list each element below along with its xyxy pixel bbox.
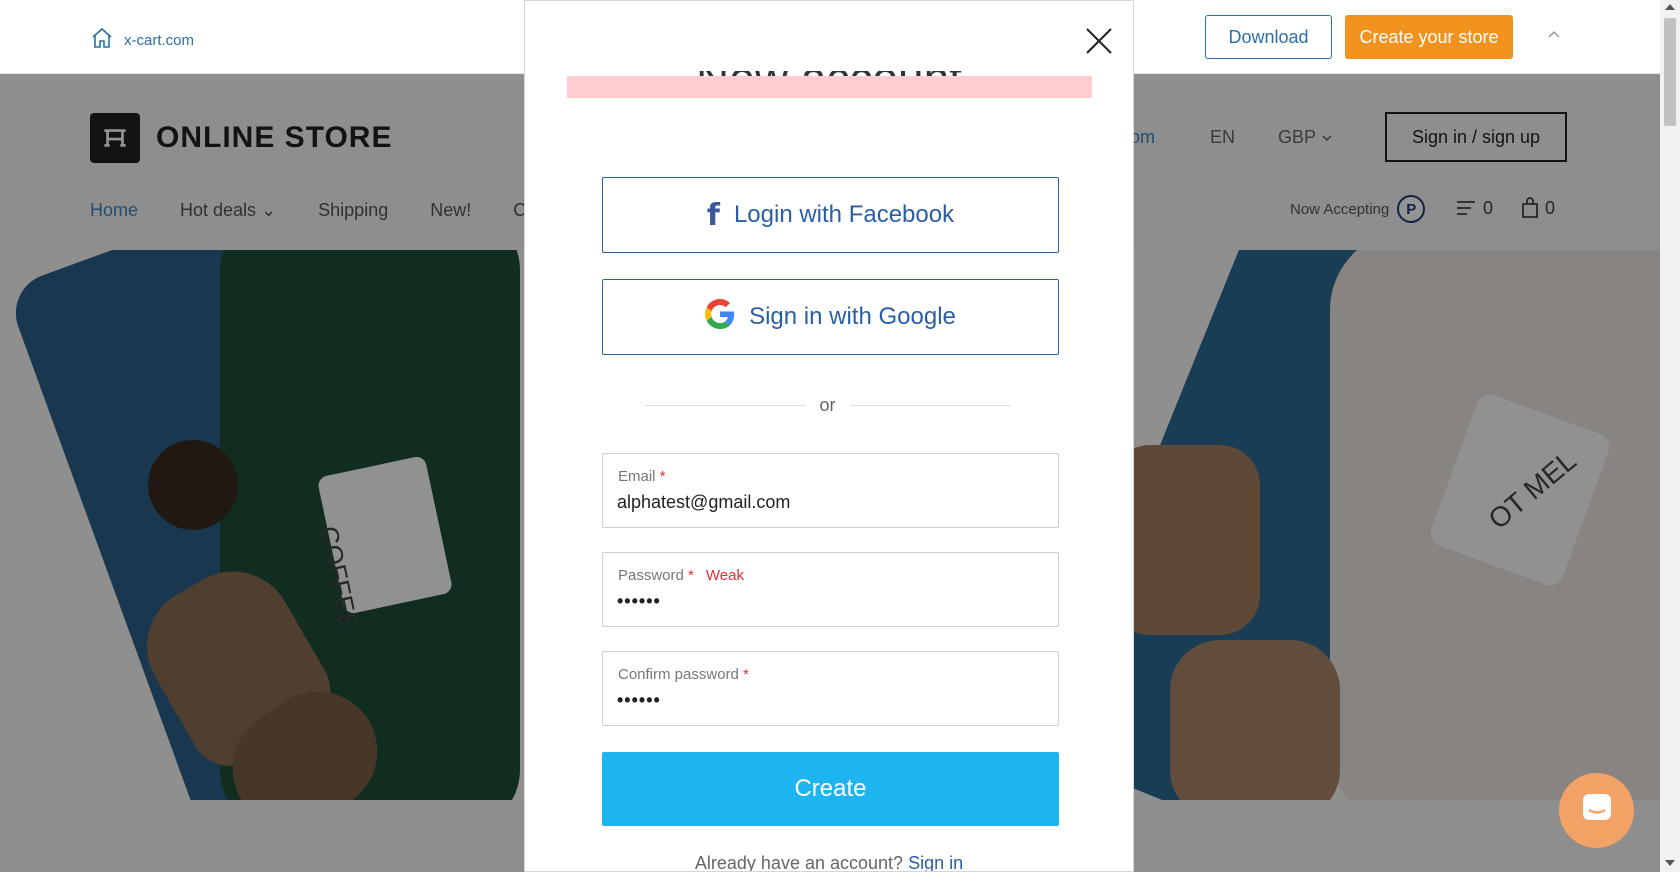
or-divider: or [645, 393, 1011, 417]
confirm-password-label: Confirm password * [618, 666, 749, 683]
email-value: alphatest@gmail.com [617, 492, 791, 512]
divider-text: or [819, 394, 836, 415]
scroll-up-arrow-icon[interactable] [1665, 4, 1675, 10]
home-link[interactable]: x-cart.com [90, 26, 194, 54]
divider-line [645, 404, 806, 406]
create-button[interactable]: Create [602, 752, 1059, 826]
page-scrollbar[interactable] [1660, 0, 1680, 872]
confirm-password-field[interactable]: Confirm password * •••••• [602, 651, 1059, 726]
home-icon [90, 26, 114, 54]
google-signin-label: Sign in with Google [749, 303, 956, 330]
scrollbar-thumb[interactable] [1664, 18, 1676, 126]
required-mark: * [659, 468, 666, 485]
already-have-account: Already have an account? Sign in [525, 853, 1133, 872]
google-icon [705, 298, 735, 336]
home-link-label: x-cart.com [124, 31, 195, 49]
divider-line [849, 404, 1011, 406]
error-alert-bar [567, 76, 1092, 98]
required-mark: * [743, 666, 749, 683]
password-label-text: Password [618, 567, 684, 584]
create-your-store-button[interactable]: Create your store [1345, 15, 1513, 59]
email-field[interactable]: Email * alphatest@gmail.com [602, 453, 1059, 528]
confirm-password-value: •••••• [617, 690, 661, 710]
signin-link[interactable]: Sign in [908, 853, 963, 871]
password-field[interactable]: Password * Weak •••••• [602, 552, 1059, 627]
required-mark: * [688, 567, 694, 584]
password-value: •••••• [617, 591, 661, 611]
chevron-up-icon[interactable] [1547, 28, 1561, 42]
new-account-modal: New account f Login with Facebook Sign i… [524, 0, 1134, 872]
confirm-password-label-text: Confirm password [618, 666, 739, 683]
facebook-login-label: Login with Facebook [733, 201, 955, 228]
scroll-down-arrow-icon[interactable] [1665, 860, 1675, 866]
email-label: Email * [618, 468, 666, 485]
password-strength: Weak [705, 567, 744, 584]
chat-icon [1579, 790, 1615, 831]
email-label-text: Email [618, 468, 656, 485]
facebook-login-button[interactable]: f Login with Facebook [602, 177, 1059, 253]
download-button[interactable]: Download [1205, 15, 1332, 59]
already-text: Already have an account? [694, 853, 904, 872]
facebook-icon: f [706, 197, 720, 233]
chat-launcher[interactable] [1559, 773, 1634, 848]
password-label: Password * Weak [618, 567, 744, 584]
google-signin-button[interactable]: Sign in with Google [602, 279, 1059, 355]
close-icon[interactable] [1083, 25, 1115, 57]
